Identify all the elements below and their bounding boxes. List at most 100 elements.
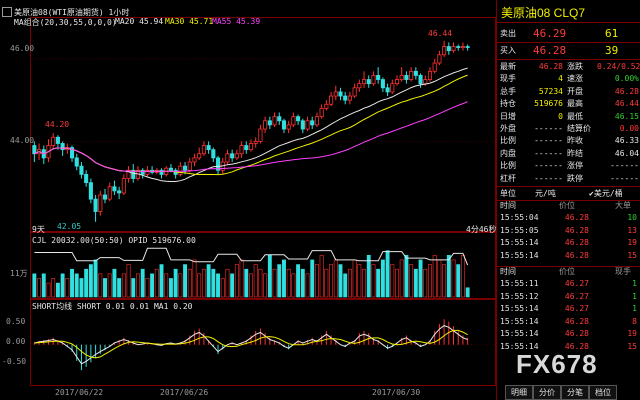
quote-row: 比例 ------ 昨收 46.33 — [497, 135, 640, 146]
candle-body — [225, 153, 230, 163]
candle-body — [263, 120, 268, 130]
quote-label: 总手 — [500, 86, 516, 96]
currency-option[interactable]: ✔美元/桶 — [589, 188, 623, 199]
tab-ticks[interactable]: 分笔 — [561, 385, 589, 400]
bid-row[interactable]: 买入 46.28 39 — [497, 44, 640, 58]
tick-time: 15:55:14 — [500, 329, 539, 338]
candle-body — [102, 194, 108, 200]
candle-body — [437, 54, 442, 64]
volume-bar — [192, 259, 197, 298]
candle-body — [55, 136, 60, 144]
quote-label: 昨结 — [567, 148, 583, 158]
volume-bar — [286, 268, 291, 298]
quote-value: 46.28 — [614, 86, 639, 96]
tick-price: 46.28 — [564, 213, 589, 222]
tab-price-split[interactable]: 分价 — [533, 385, 561, 400]
tick-price: 46.27 — [564, 304, 589, 313]
ticks1-header: 时间 价位 大单 — [500, 201, 631, 210]
tab-detail[interactable]: 明细 — [505, 385, 533, 400]
candle-body — [376, 75, 381, 80]
volume-bar — [211, 268, 216, 298]
volume-bar — [220, 278, 225, 298]
ma-label: MA组合(20,30,55,0,0,0) — [14, 18, 117, 27]
high-left-label: 44.20 — [45, 120, 70, 129]
quote-label: 昨收 — [567, 136, 583, 146]
candle-body — [98, 194, 103, 212]
volume-bar — [225, 268, 230, 298]
volume-bar — [253, 264, 258, 298]
volume-bar — [178, 273, 183, 298]
tick-volume: 1 — [632, 279, 637, 288]
quote-label: 跌停 — [567, 173, 583, 183]
price-axis-46: 46.00 — [10, 44, 35, 53]
candle-body — [451, 46, 456, 52]
candle-body — [183, 165, 188, 171]
volume-bar — [258, 268, 263, 298]
menu-icon[interactable] — [2, 7, 12, 17]
period-left-label: 9天 — [32, 225, 45, 234]
candle-body — [456, 46, 461, 48]
volume-bar — [347, 268, 352, 298]
volume-bar — [413, 268, 418, 298]
volume-bar — [267, 254, 272, 298]
volume-bar — [37, 278, 42, 298]
ma55-value: MA55 45.39 — [212, 17, 261, 26]
volume-bar — [343, 273, 348, 298]
ask-row[interactable]: 卖出 46.29 61 — [497, 27, 640, 41]
tick-row: 15:55:11 46.27 1 — [497, 278, 640, 291]
volume-bar — [32, 273, 37, 298]
quote-value: 0 — [558, 111, 563, 121]
candle-body — [446, 46, 451, 52]
volume-bar — [305, 273, 310, 298]
volume-bar — [442, 264, 447, 298]
volume-bar — [409, 264, 414, 298]
tick-row: 15:55:05 46.28 13 — [497, 225, 640, 238]
tick-row: 15:55:14 46.27 1 — [497, 303, 640, 316]
candle-body — [248, 143, 254, 151]
tick-row: 15:55:14 46.28 15 — [497, 250, 640, 263]
short-axis-pos: 0.50 — [6, 317, 26, 326]
tick-time: 15:55:14 — [500, 341, 539, 351]
volume-bar — [117, 278, 122, 298]
tick-price: 46.28 — [564, 329, 589, 338]
candle-body — [187, 161, 192, 171]
volume-bar — [357, 264, 362, 298]
tick-volume: 1 — [632, 291, 637, 301]
tick-price: 46.27 — [564, 279, 589, 288]
candle-body — [277, 116, 282, 122]
volume-bar — [98, 273, 103, 298]
quote-value: ------ — [534, 148, 563, 158]
quote-value: 0.00% — [614, 74, 639, 84]
tick-volume: 1 — [632, 304, 637, 313]
candle-body — [206, 145, 211, 151]
ma20-value: MA20 45.94 — [115, 17, 164, 26]
volume-bar — [446, 254, 451, 298]
volume-bar — [333, 259, 338, 298]
tick-price: 46.28 — [564, 341, 589, 351]
volume-bar — [150, 273, 155, 298]
kline-chart[interactable] — [0, 0, 496, 400]
candle-body — [244, 145, 249, 151]
quote-label: 现手 — [500, 74, 516, 84]
quote-row: 总手 57234 开盘 46.28 — [497, 86, 640, 97]
volume-bar — [296, 264, 301, 298]
quote-value: 57234 — [538, 86, 563, 96]
volume-bar — [371, 264, 376, 298]
volume-bar — [428, 264, 432, 298]
volume-bar — [239, 259, 244, 298]
tab-levels[interactable]: 档位 — [589, 385, 617, 400]
volume-bar — [352, 259, 357, 298]
quote-label: 内盘 — [500, 148, 516, 158]
candle-body — [305, 120, 310, 130]
volume-bar — [88, 264, 93, 298]
candle-body — [88, 182, 93, 200]
volume-bar — [159, 264, 164, 298]
candle-body — [390, 83, 395, 93]
volume-bar — [154, 268, 159, 298]
candle-body — [352, 87, 357, 97]
candle-body — [385, 87, 390, 93]
candle-body — [366, 79, 371, 85]
candle-body — [361, 79, 367, 85]
volume-bar — [366, 254, 371, 298]
quote-value: ------ — [534, 173, 563, 183]
